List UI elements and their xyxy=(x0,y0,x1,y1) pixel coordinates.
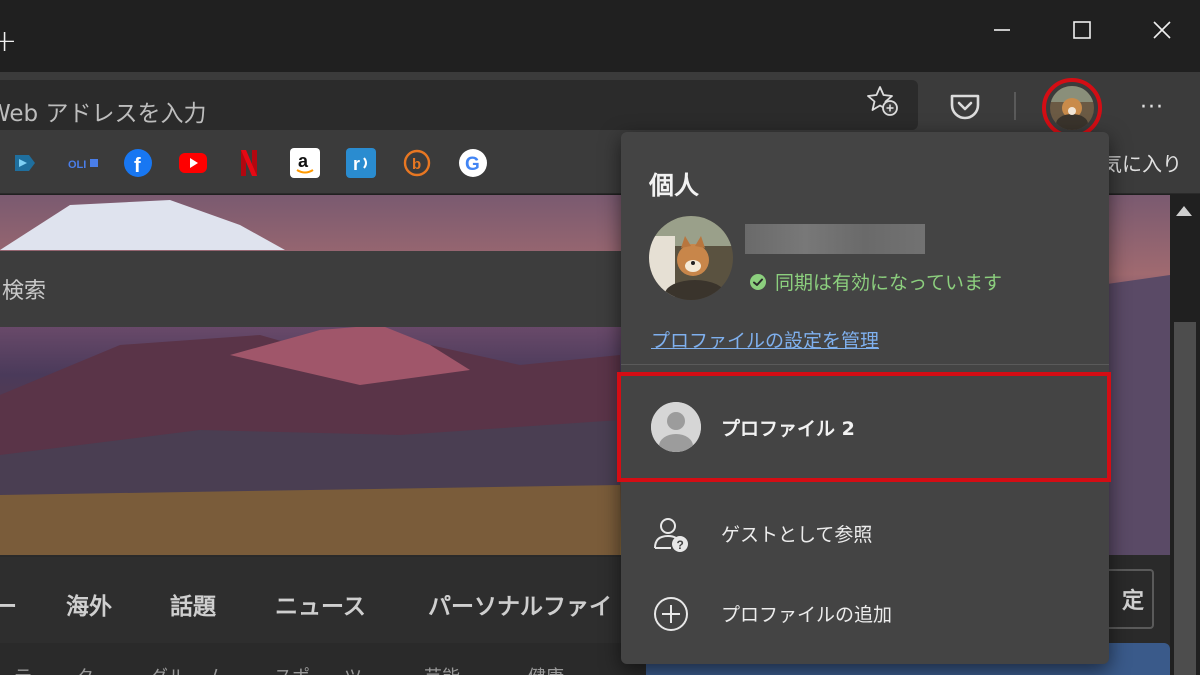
news-tab-personal-finance[interactable]: パーソナルファイ xyxy=(428,587,612,621)
favorite-youtube-icon[interactable] xyxy=(178,148,208,178)
svg-text:r: r xyxy=(353,154,360,174)
check-circle-icon xyxy=(750,273,766,290)
default-avatar-icon xyxy=(651,402,701,452)
toolbar-divider xyxy=(1014,92,1016,120)
sub-tab-5[interactable]: ツ xyxy=(344,663,362,675)
close-icon xyxy=(1153,21,1171,39)
svg-text:?: ? xyxy=(677,538,684,552)
maximize-button[interactable] xyxy=(1052,10,1112,50)
add-profile-item[interactable]: プロファイルの追加 xyxy=(621,578,1109,648)
scroll-thumb[interactable] xyxy=(1174,322,1196,675)
close-window-button[interactable] xyxy=(1132,10,1192,50)
sub-tab-6[interactable]: 芸能 xyxy=(424,663,460,675)
profile-menu: 個人 同期は有効になっています プロファイルの設定を管理 プロファイル 2 ? … xyxy=(617,132,1111,664)
svg-text:b: b xyxy=(412,156,421,173)
address-bar[interactable]: Web アドレスを入力 xyxy=(0,80,918,130)
page-search-placeholder: 検索 xyxy=(2,279,47,304)
favorite-b-icon[interactable]: b xyxy=(402,148,432,178)
browse-as-guest-item[interactable]: ? ゲストとして参照 xyxy=(621,498,1109,568)
sub-tab-7[interactable]: 健康 xyxy=(528,663,564,675)
minimize-icon xyxy=(994,29,1010,31)
favorite-rakuten-icon[interactable]: r xyxy=(346,148,376,178)
news-tab-bar: ー 海外 話題 ニュース パーソナルファイ xyxy=(0,557,640,643)
star-add-icon xyxy=(867,86,898,116)
sub-tab-0[interactable]: テ xyxy=(14,663,32,675)
maximize-icon xyxy=(1073,21,1091,39)
sub-tab-1[interactable]: ク xyxy=(76,663,94,675)
profile-button[interactable] xyxy=(1042,78,1102,138)
menu-divider xyxy=(621,364,1109,365)
page-search-box[interactable]: 検索 xyxy=(0,251,630,327)
settings-more-button[interactable]: ··· xyxy=(1132,92,1172,122)
pocket-extension-button[interactable] xyxy=(948,92,982,122)
switch-to-profile-2-item[interactable]: プロファイル 2 xyxy=(617,372,1111,482)
favorite-amazon-icon[interactable]: a xyxy=(290,148,320,178)
svg-text:a: a xyxy=(298,151,309,171)
favorite-google-icon[interactable]: G xyxy=(458,148,488,178)
favorite-netflix-icon[interactable] xyxy=(234,148,264,178)
add-profile-label: プロファイルの追加 xyxy=(721,604,893,626)
favorite-pinned-icon[interactable] xyxy=(10,148,40,178)
profile-2-label: プロファイル 2 xyxy=(721,418,855,440)
favorite-facebook-icon[interactable]: f xyxy=(123,148,153,178)
other-favorites-label[interactable]: 気に入り xyxy=(1102,148,1182,177)
address-placeholder: Web アドレスを入力 xyxy=(0,101,207,127)
news-tab-overseas[interactable]: 海外 xyxy=(66,587,112,621)
browser-toolbar: Web アドレスを入力 ··· xyxy=(0,72,1200,138)
new-tab-button[interactable]: + xyxy=(0,22,17,62)
pocket-icon xyxy=(950,94,980,120)
guest-icon: ? xyxy=(654,518,688,552)
profile-avatar-large xyxy=(649,216,733,300)
svg-text:OLI: OLI xyxy=(68,159,86,171)
sub-tab-4[interactable]: スポ xyxy=(274,663,310,675)
news-subcategory-bar: テ ク グル ム スポ ツ 芸能 健康 xyxy=(0,643,640,675)
favorite-oli-icon[interactable]: OLI xyxy=(66,148,100,178)
news-tab-0[interactable]: ー xyxy=(0,587,17,621)
sync-status: 同期は有効になっています xyxy=(749,268,1002,295)
profile-avatar-small xyxy=(1050,86,1094,130)
manage-profile-settings-link[interactable]: プロファイルの設定を管理 xyxy=(651,326,879,353)
title-bar: + xyxy=(0,0,1200,72)
add-favorite-button[interactable] xyxy=(866,84,900,118)
scroll-up-arrow-icon[interactable] xyxy=(1176,206,1192,216)
news-tab-topics[interactable]: 話題 xyxy=(170,587,216,621)
sync-status-text: 同期は有効になっています xyxy=(775,272,1003,294)
browse-as-guest-label: ゲストとして参照 xyxy=(721,524,873,546)
svg-text:f: f xyxy=(134,155,141,177)
sub-tab-2[interactable]: グル xyxy=(150,663,186,675)
blurred-account-name xyxy=(745,224,925,254)
minimize-button[interactable] xyxy=(972,10,1032,50)
news-tab-news[interactable]: ニュース xyxy=(275,587,366,621)
svg-text:G: G xyxy=(465,154,480,175)
add-circle-icon xyxy=(654,597,688,631)
sub-tab-3[interactable]: ム xyxy=(208,663,226,675)
profile-section-title: 個人 xyxy=(649,171,700,200)
